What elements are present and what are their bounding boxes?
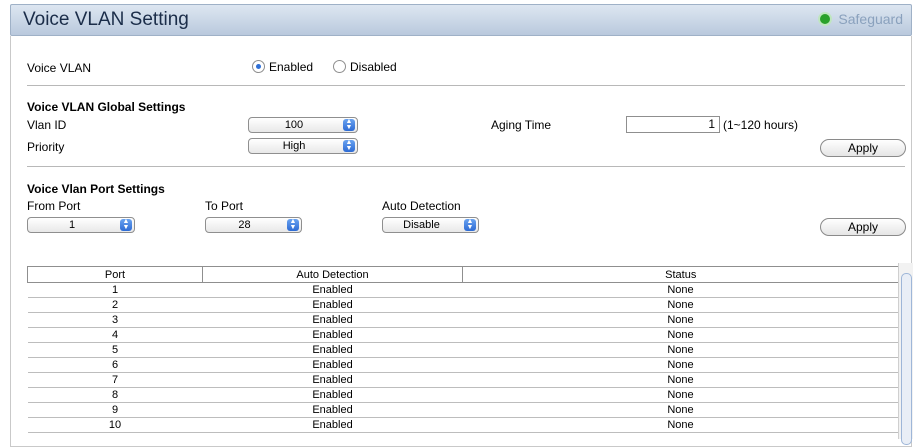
port-cell: 3: [27, 312, 203, 328]
global-settings-heading: Voice VLAN Global Settings: [27, 100, 186, 114]
column-header-status: Status: [462, 266, 899, 283]
table-row: 3 Enabled None: [27, 312, 899, 328]
from-port-value: 1: [68, 219, 76, 231]
vlan-id-value: 100: [284, 119, 304, 131]
aging-time-hint: (1~120 hours): [723, 118, 799, 132]
status-dot-icon: [818, 12, 833, 26]
port-cell: 1: [27, 282, 203, 298]
scrollbar-thumb[interactable]: [901, 273, 912, 445]
updown-arrow-icon: ▲ ▼: [343, 139, 355, 152]
auto-detection-cell: Enabled: [202, 417, 463, 433]
column-header-auto-detection: Auto Detection: [202, 266, 463, 283]
to-port-select[interactable]: 28 ▲ ▼: [205, 217, 302, 233]
auto-detection-cell: Enabled: [202, 297, 463, 313]
port-cell: 8: [27, 387, 203, 403]
port-cell: 4: [27, 327, 203, 343]
updown-arrow-icon: ▲ ▼: [464, 218, 476, 231]
auto-detection-cell: Enabled: [202, 282, 463, 298]
auto-detection-cell: Enabled: [202, 402, 463, 418]
divider: [27, 85, 905, 86]
global-apply-button[interactable]: Apply: [820, 139, 906, 157]
table-header-row: Port Auto Detection Status: [27, 266, 899, 283]
to-port-value: 28: [238, 219, 251, 231]
auto-detection-select[interactable]: Disable ▲ ▼: [382, 217, 479, 233]
port-cell: 9: [27, 402, 203, 418]
table-scrollbar[interactable]: [898, 263, 913, 445]
auto-detection-cell: Enabled: [202, 312, 463, 328]
to-port-label: To Port: [205, 199, 244, 213]
port-cell: 7: [27, 372, 203, 388]
auto-detection-cell: Enabled: [202, 387, 463, 403]
table-row: 10 Enabled None: [27, 417, 899, 433]
status-cell: None: [462, 297, 899, 313]
auto-detection-value: Disable: [403, 219, 440, 231]
updown-arrow-icon: ▲ ▼: [287, 218, 299, 231]
page-title: Voice VLAN Setting: [23, 9, 189, 30]
table-row: 7 Enabled None: [27, 372, 899, 388]
updown-arrow-icon: ▲ ▼: [343, 118, 355, 131]
auto-detection-cell: Enabled: [202, 342, 463, 358]
safeguard-indicator: Safeguard: [818, 11, 903, 27]
port-cell: 2: [27, 297, 203, 313]
table-row: 9 Enabled None: [27, 402, 899, 418]
status-cell: None: [462, 312, 899, 328]
voice-vlan-port-table: Port Auto Detection Status 1 Enabled None …: [27, 266, 899, 433]
column-header-port: Port: [27, 266, 203, 283]
table-row: 5 Enabled None: [27, 342, 899, 358]
divider: [27, 166, 905, 167]
port-settings-heading: Voice Vlan Port Settings: [27, 182, 165, 196]
port-cell: 5: [27, 342, 203, 358]
updown-arrow-icon: ▲ ▼: [120, 218, 132, 231]
status-cell: None: [462, 402, 899, 418]
enabled-radio-label: Enabled: [269, 60, 314, 74]
status-cell: None: [462, 357, 899, 373]
priority-select[interactable]: High ▲ ▼: [248, 138, 358, 154]
from-port-label: From Port: [27, 199, 81, 213]
voice-vlan-disabled-option[interactable]: Disabled: [333, 60, 397, 74]
title-bar: Voice VLAN Setting Safeguard: [10, 4, 912, 36]
priority-value: High: [282, 140, 306, 152]
disabled-radio[interactable]: [333, 60, 346, 73]
from-port-select[interactable]: 1 ▲ ▼: [27, 217, 135, 233]
table-row: 4 Enabled None: [27, 327, 899, 343]
status-cell: None: [462, 327, 899, 343]
table-row: 1 Enabled None: [27, 282, 899, 298]
aging-time-input[interactable]: 1: [626, 116, 720, 133]
port-apply-button[interactable]: Apply: [820, 218, 906, 236]
voice-vlan-label: Voice VLAN: [27, 61, 92, 75]
vlan-id-select[interactable]: 100 ▲ ▼: [248, 117, 358, 133]
table-row: 8 Enabled None: [27, 387, 899, 403]
auto-detection-cell: Enabled: [202, 372, 463, 388]
voice-vlan-enabled-option[interactable]: Enabled: [252, 60, 313, 74]
vlan-id-label: Vlan ID: [27, 118, 67, 132]
enabled-radio[interactable]: [252, 60, 265, 73]
auto-detection-cell: Enabled: [202, 357, 463, 373]
auto-detection-label: Auto Detection: [382, 199, 461, 213]
aging-time-label: Aging Time: [491, 118, 552, 132]
status-cell: None: [462, 387, 899, 403]
port-cell: 6: [27, 357, 203, 373]
disabled-radio-label: Disabled: [350, 60, 397, 74]
status-cell: None: [462, 372, 899, 388]
status-cell: None: [462, 282, 899, 298]
safeguard-label: Safeguard: [838, 11, 903, 27]
auto-detection-cell: Enabled: [202, 327, 463, 343]
table-row: 2 Enabled None: [27, 297, 899, 313]
table-row: 6 Enabled None: [27, 357, 899, 373]
status-cell: None: [462, 417, 899, 433]
status-cell: None: [462, 342, 899, 358]
priority-label: Priority: [27, 140, 65, 154]
port-cell: 10: [27, 417, 203, 433]
